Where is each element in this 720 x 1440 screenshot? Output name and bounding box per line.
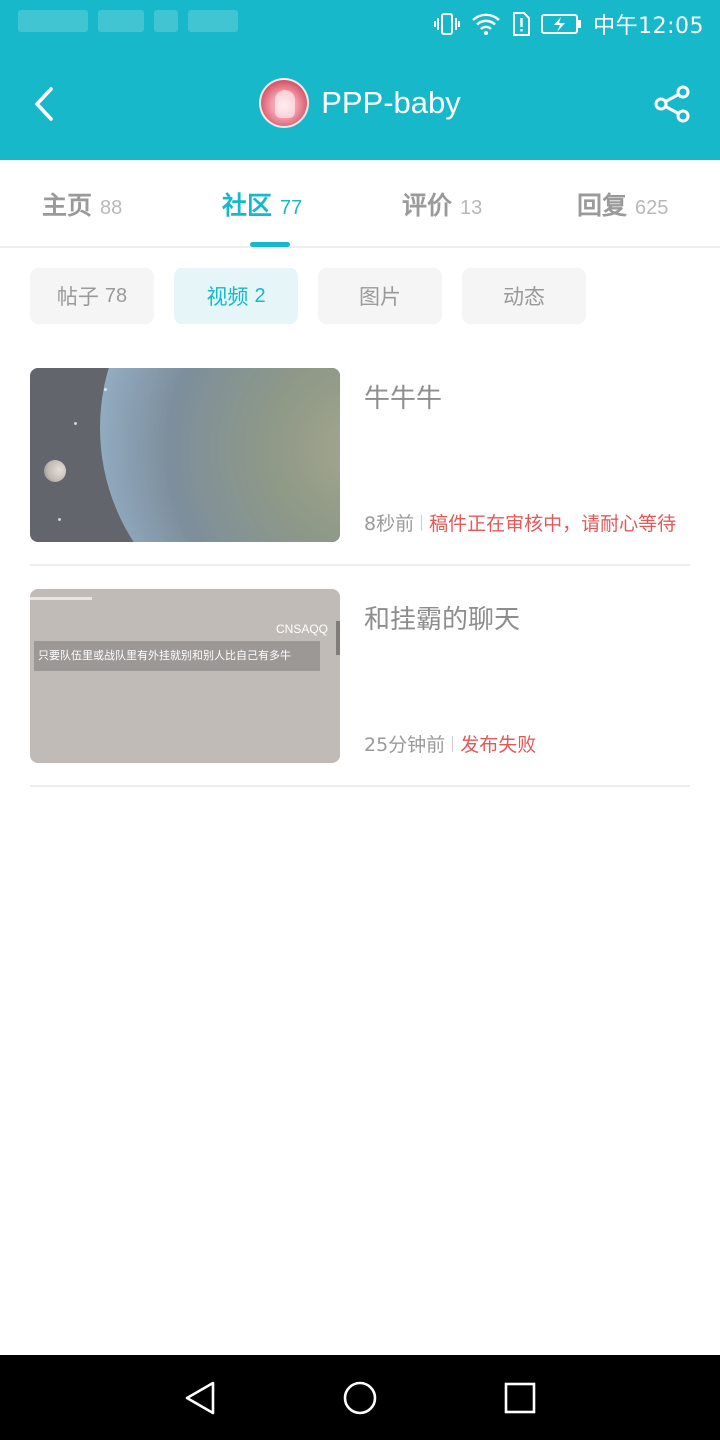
app-header: 中午12:05 PPP-baby bbox=[0, 0, 720, 160]
video-thumbnail[interactable]: CNSAQQ 只要队伍里或战队里有外挂就别和别人比自己有多牛 bbox=[30, 589, 340, 763]
tab-replies[interactable]: 回复 625 bbox=[577, 186, 668, 226]
list-item[interactable]: 牛牛牛 8秒前 稿件正在审核中，请耐心等待 bbox=[30, 368, 690, 566]
chip-count: 2 bbox=[254, 284, 266, 307]
filter-videos[interactable]: 视频 2 bbox=[174, 268, 298, 324]
post-time: 8秒前 bbox=[364, 513, 415, 535]
tab-count: 77 bbox=[280, 197, 303, 219]
sim-alert-icon bbox=[511, 11, 531, 37]
nav-back-icon bbox=[185, 1381, 215, 1415]
status-bar: 中午12:05 bbox=[0, 0, 720, 48]
tab-label: 回复 bbox=[577, 191, 628, 220]
post-meta: 25分钟前 发布失败 bbox=[364, 730, 536, 757]
clock: 中午12:05 bbox=[593, 14, 704, 39]
chip-label: 动态 bbox=[503, 285, 545, 309]
battery-charging-icon bbox=[541, 13, 583, 35]
avatar[interactable] bbox=[259, 78, 310, 128]
status-text: 发布失败 bbox=[460, 734, 537, 756]
nav-recent-button[interactable] bbox=[495, 1375, 545, 1421]
tab-reviews[interactable]: 评价 13 bbox=[402, 186, 482, 226]
tab-community[interactable]: 社区 77 bbox=[222, 186, 302, 226]
tab-label: 主页 bbox=[42, 191, 93, 220]
filter-posts[interactable]: 帖子 78 bbox=[30, 268, 154, 324]
active-tab-indicator bbox=[250, 242, 290, 247]
tab-label: 评价 bbox=[402, 191, 453, 220]
chip-count: 78 bbox=[104, 284, 128, 307]
tab-home[interactable]: 主页 88 bbox=[42, 186, 122, 226]
nav-home-button[interactable] bbox=[335, 1375, 385, 1421]
list-item[interactable]: CNSAQQ 只要队伍里或战队里有外挂就别和别人比自己有多牛 和挂霸的聊天 25… bbox=[30, 589, 690, 787]
post-meta: 8秒前 稿件正在审核中，请耐心等待 bbox=[364, 509, 676, 536]
nav-back-button[interactable] bbox=[175, 1375, 225, 1421]
content-filter: 帖子 78 视频 2 图片 动态 bbox=[30, 268, 586, 324]
filter-images[interactable]: 图片 bbox=[318, 268, 442, 324]
profile-tabs: 主页 88 社区 77 评价 13 回复 625 bbox=[0, 160, 720, 248]
video-thumbnail[interactable] bbox=[30, 368, 340, 542]
page-title: PPP-baby bbox=[321, 85, 461, 120]
post-title: 牛牛牛 bbox=[364, 384, 443, 414]
chip-label: 图片 bbox=[359, 285, 401, 309]
nav-home-icon bbox=[343, 1381, 377, 1415]
post-time: 25分钟前 bbox=[364, 734, 446, 756]
post-title: 和挂霸的聊天 bbox=[364, 605, 521, 635]
tab-count: 88 bbox=[100, 197, 123, 219]
meta-divider bbox=[452, 735, 454, 752]
chip-label: 帖子 bbox=[56, 285, 99, 309]
chip-label: 视频 bbox=[206, 285, 249, 309]
system-nav-bar bbox=[0, 1355, 720, 1440]
share-icon bbox=[654, 85, 690, 123]
vibrate-icon bbox=[433, 12, 461, 36]
meta-divider bbox=[421, 514, 423, 531]
notification-icons bbox=[18, 10, 238, 32]
nav-recent-icon bbox=[504, 1382, 536, 1414]
status-text: 稿件正在审核中，请耐心等待 bbox=[429, 513, 677, 535]
wifi-icon bbox=[471, 12, 501, 36]
tab-count: 13 bbox=[460, 197, 483, 219]
filter-activity[interactable]: 动态 bbox=[462, 268, 586, 324]
share-button[interactable] bbox=[646, 76, 698, 132]
title-bar: PPP-baby bbox=[0, 48, 720, 160]
tab-count: 625 bbox=[635, 197, 669, 219]
tab-label: 社区 bbox=[222, 191, 273, 220]
